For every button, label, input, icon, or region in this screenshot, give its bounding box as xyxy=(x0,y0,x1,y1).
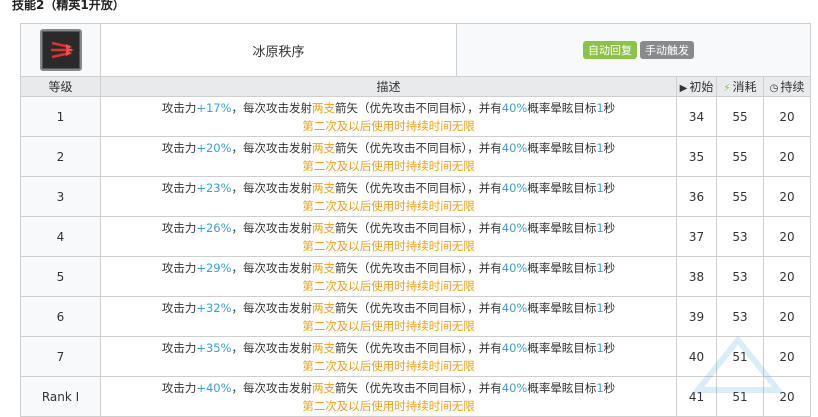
desc-line-1: 攻击力+17%，每次攻击发射两支箭矢（优先攻击不同目标），并有40%概率晕眩目标… xyxy=(161,100,616,115)
cost-cell: 53 xyxy=(716,216,764,257)
desc-cell: 攻击力+17%，每次攻击发射两支箭矢（优先攻击不同目标），并有40%概率晕眩目标… xyxy=(100,96,677,137)
desc-line-2: 第二次及以后使用时持续时间无限 xyxy=(302,358,475,373)
desc-line-1: 攻击力+35%，每次攻击发射两支箭矢（优先攻击不同目标），并有40%概率晕眩目标… xyxy=(161,340,616,355)
desc-cell: 攻击力+26%，每次攻击发射两支箭矢（优先攻击不同目标），并有40%概率晕眩目标… xyxy=(100,216,677,257)
desc-cell: 攻击力+29%，每次攻击发射两支箭矢（优先攻击不同目标），并有40%概率晕眩目标… xyxy=(100,256,677,297)
duration-cell: 20 xyxy=(763,96,811,137)
cost-cell: 53 xyxy=(716,256,764,297)
table-row: 2 攻击力+20%，每次攻击发射两支箭矢（优先攻击不同目标），并有40%概率晕眩… xyxy=(20,136,811,177)
table-row: 3 攻击力+23%，每次攻击发射两支箭矢（优先攻击不同目标），并有40%概率晕眩… xyxy=(20,176,811,217)
desc-line-2: 第二次及以后使用时持续时间无限 xyxy=(302,318,475,333)
duration-cell: 20 xyxy=(763,136,811,177)
col-duration: ◷ 持续 xyxy=(763,76,811,97)
tag-manual-trigger: 手动触发 xyxy=(640,41,694,59)
column-header-row: 等级 描述 ▶ 初始 ⚡ 消耗 ◷ 持续 xyxy=(20,76,811,97)
desc-cell: 攻击力+35%，每次攻击发射两支箭矢（优先攻击不同目标），并有40%概率晕眩目标… xyxy=(100,336,677,377)
skill-name: 冰原秩序 xyxy=(101,24,457,76)
level-cell: 2 xyxy=(20,136,101,177)
duration-cell: 20 xyxy=(763,256,811,297)
level-cell: 3 xyxy=(20,176,101,217)
desc-line-1: 攻击力+40%，每次攻击发射两支箭矢（优先攻击不同目标），并有40%概率晕眩目标… xyxy=(161,380,616,395)
desc-line-1: 攻击力+23%，每次攻击发射两支箭矢（优先攻击不同目标），并有40%概率晕眩目标… xyxy=(161,180,616,195)
desc-line-2: 第二次及以后使用时持续时间无限 xyxy=(302,198,475,213)
desc-line-1: 攻击力+29%，每次攻击发射两支箭矢（优先攻击不同目标），并有40%概率晕眩目标… xyxy=(161,260,616,275)
lightning-icon: ⚡ xyxy=(723,83,731,94)
col-level: 等级 xyxy=(20,76,101,97)
level-cell: 7 xyxy=(20,336,101,377)
desc-line-1: 攻击力+20%，每次攻击发射两支箭矢（优先攻击不同目标），并有40%概率晕眩目标… xyxy=(161,140,616,155)
desc-cell: 攻击力+32%，每次攻击发射两支箭矢（优先攻击不同目标），并有40%概率晕眩目标… xyxy=(100,296,677,337)
tag-auto-recovery: 自动回复 xyxy=(583,41,637,59)
watermark-logo xyxy=(691,335,785,393)
desc-cell: 攻击力+23%，每次攻击发射两支箭矢（优先攻击不同目标），并有40%概率晕眩目标… xyxy=(100,176,677,217)
duration-cell: 20 xyxy=(763,176,811,217)
initial-cell: 36 xyxy=(676,176,717,217)
desc-line-2: 第二次及以后使用时持续时间无限 xyxy=(302,278,475,293)
skill-tags: 自动回复 手动触发 xyxy=(457,24,810,76)
desc-line-2: 第二次及以后使用时持续时间无限 xyxy=(302,398,475,413)
level-cell: 6 xyxy=(20,296,101,337)
cost-cell: 55 xyxy=(716,176,764,217)
desc-line-1: 攻击力+32%，每次攻击发射两支箭矢（优先攻击不同目标），并有40%概率晕眩目标… xyxy=(161,300,616,315)
desc-line-2: 第二次及以后使用时持续时间无限 xyxy=(302,238,475,253)
desc-cell: 攻击力+40%，每次攻击发射两支箭矢（优先攻击不同目标），并有40%概率晕眩目标… xyxy=(100,376,677,417)
skill-icon-cell xyxy=(20,23,101,77)
skill-header-row: 冰原秩序 自动回复 手动触发 xyxy=(20,23,811,77)
level-cell: 4 xyxy=(20,216,101,257)
desc-line-2: 第二次及以后使用时持续时间无限 xyxy=(302,118,475,133)
duration-cell: 20 xyxy=(763,216,811,257)
col-initial: ▶ 初始 xyxy=(676,76,717,97)
play-icon: ▶ xyxy=(679,83,688,94)
initial-cell: 38 xyxy=(676,256,717,297)
cost-cell: 55 xyxy=(716,136,764,177)
desc-line-1: 攻击力+26%，每次攻击发射两支箭矢（优先攻击不同目标），并有40%概率晕眩目标… xyxy=(161,220,616,235)
level-cell: Rank Ⅰ xyxy=(20,376,101,417)
level-cell: 5 xyxy=(20,256,101,297)
initial-cell: 37 xyxy=(676,216,717,257)
initial-cell: 34 xyxy=(676,96,717,137)
col-cost: ⚡ 消耗 xyxy=(716,76,764,97)
section-title: 技能2（精英1开放） xyxy=(12,0,125,12)
clock-icon: ◷ xyxy=(769,83,779,94)
table-row: 5 攻击力+29%，每次攻击发射两支箭矢（优先攻击不同目标），并有40%概率晕眩… xyxy=(20,256,811,297)
table-row: 4 攻击力+26%，每次攻击发射两支箭矢（优先攻击不同目标），并有40%概率晕眩… xyxy=(20,216,811,257)
skill-icon xyxy=(39,29,82,71)
desc-line-2: 第二次及以后使用时持续时间无限 xyxy=(302,158,475,173)
table-row: 1 攻击力+17%，每次攻击发射两支箭矢（优先攻击不同目标），并有40%概率晕眩… xyxy=(20,96,811,137)
desc-cell: 攻击力+20%，每次攻击发射两支箭矢（优先攻击不同目标），并有40%概率晕眩目标… xyxy=(100,136,677,177)
initial-cell: 35 xyxy=(676,136,717,177)
level-cell: 1 xyxy=(20,96,101,137)
col-desc: 描述 xyxy=(100,76,677,97)
cost-cell: 55 xyxy=(716,96,764,137)
